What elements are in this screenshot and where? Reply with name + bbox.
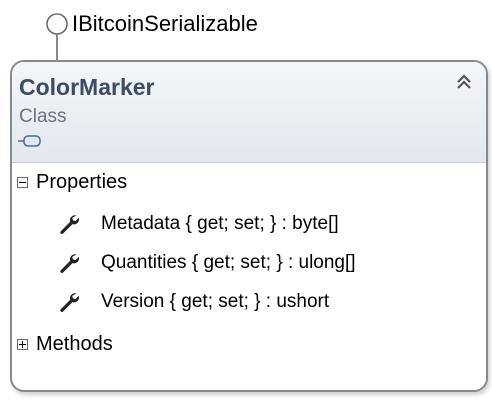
properties-label: Properties — [36, 170, 128, 193]
property-text: Version { get; set; } : ushort — [101, 291, 330, 312]
class-name: ColorMarker — [19, 74, 155, 100]
double-chevron-up-icon[interactable] — [454, 72, 474, 92]
interface-circle-icon — [46, 13, 68, 35]
methods-label: Methods — [36, 332, 113, 355]
class-shape[interactable]: ColorMarker Class Properties Metadata { … — [10, 60, 488, 392]
properties-list: Metadata { get; set; } : byte[] Quantiti… — [12, 201, 486, 325]
class-stereotype: Class — [19, 106, 67, 127]
wrench-icon — [60, 293, 80, 312]
plus-box-icon[interactable] — [17, 338, 28, 350]
property-item[interactable]: Version { get; set; } : ushort — [58, 283, 329, 321]
interface-name: IBitcoinSerializable — [72, 11, 258, 36]
property-text: Quantities { get; set; } : ulong[] — [101, 252, 356, 273]
methods-compartment-header[interactable]: Methods — [12, 325, 486, 363]
properties-compartment-header[interactable]: Properties — [12, 163, 486, 201]
class-shape-icon — [18, 135, 41, 147]
wrench-icon — [60, 254, 80, 273]
class-header[interactable]: ColorMarker Class — [12, 62, 486, 163]
property-item[interactable]: Metadata { get; set; } : byte[] — [58, 205, 339, 243]
property-item[interactable]: Quantities { get; set; } : ulong[] — [58, 244, 356, 282]
wrench-icon — [60, 215, 80, 234]
property-text: Metadata { get; set; } : byte[] — [101, 213, 339, 234]
minus-box-icon[interactable] — [17, 176, 28, 188]
